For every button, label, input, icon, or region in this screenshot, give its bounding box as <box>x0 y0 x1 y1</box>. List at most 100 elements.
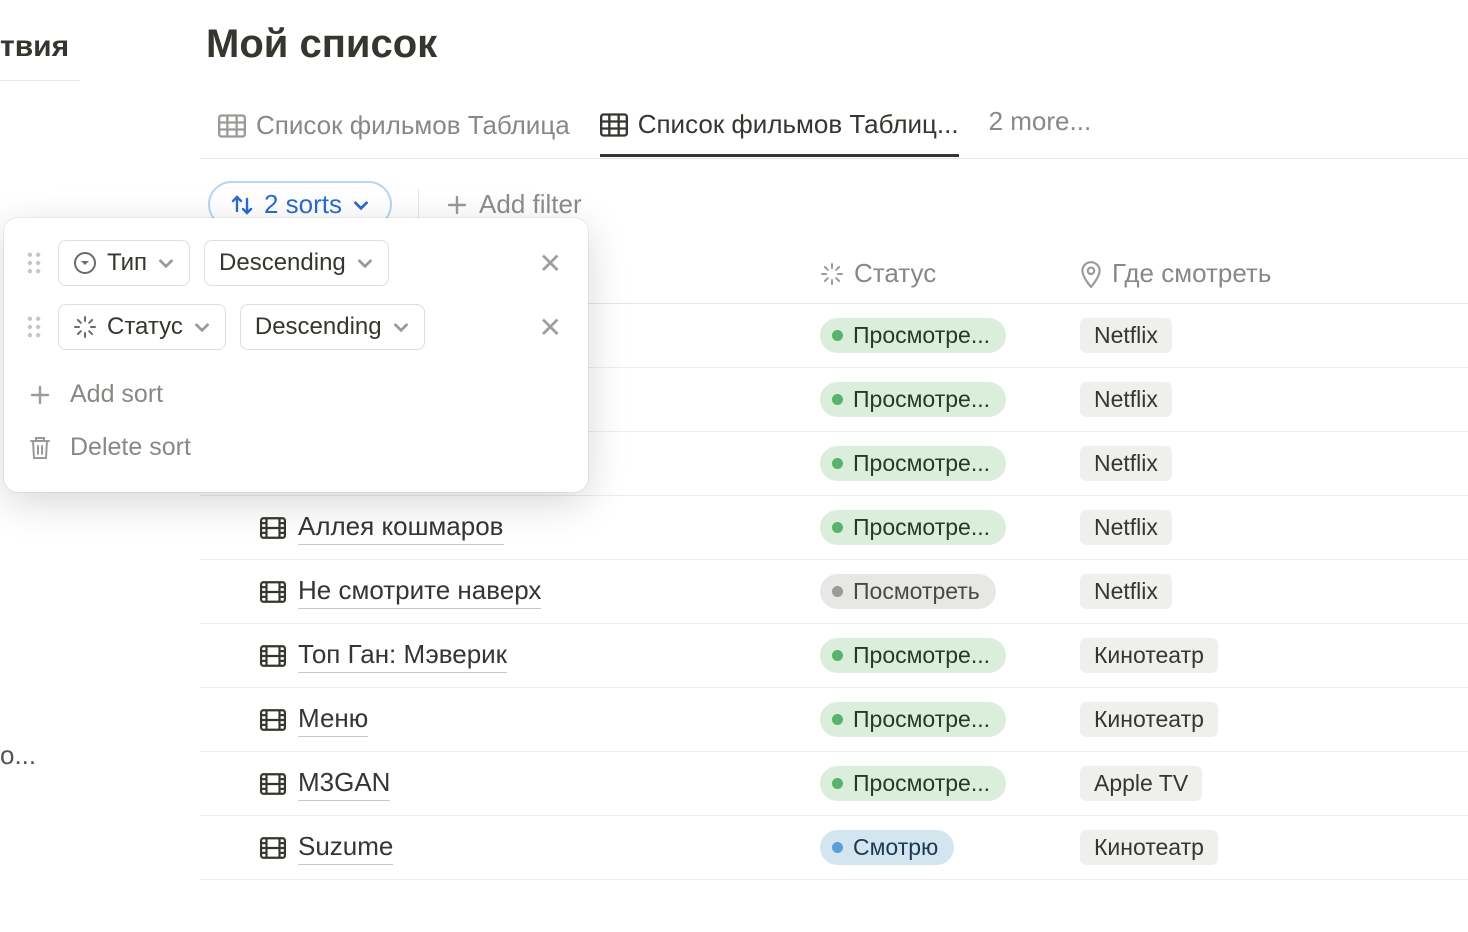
sort-icon <box>230 193 254 217</box>
status-text: Просмотре... <box>853 514 990 541</box>
view-tabs: Список фильмов Таблица Список фильмов Та… <box>200 99 1468 159</box>
cell-status[interactable]: Просмотре... <box>820 382 1080 417</box>
cell-where[interactable]: Кинотеатр <box>1080 830 1460 865</box>
sort-direction-label: Descending <box>219 249 346 277</box>
sidebar-cut-text-top: твия <box>0 30 80 64</box>
sort-field-label: Тип <box>107 249 147 277</box>
film-icon <box>260 709 286 731</box>
trash-icon <box>28 435 52 461</box>
film-icon <box>260 773 286 795</box>
where-tag: Apple TV <box>1080 766 1202 801</box>
chevron-down-icon <box>356 254 374 272</box>
where-tag: Кинотеатр <box>1080 830 1218 865</box>
status-text: Просмотре... <box>853 322 990 349</box>
add-sort-button[interactable]: Add sort <box>24 368 568 421</box>
cell-where[interactable]: Netflix <box>1080 382 1460 417</box>
drag-handle[interactable] <box>24 252 44 274</box>
cell-where[interactable]: Netflix <box>1080 510 1460 545</box>
cell-title[interactable]: Не смотрите наверх <box>200 575 820 609</box>
film-icon <box>260 581 286 603</box>
sidebar-divider <box>0 80 80 81</box>
where-tag: Netflix <box>1080 574 1172 609</box>
tab-table-view-1[interactable]: Список фильмов Таблица <box>218 102 570 155</box>
cell-status[interactable]: Просмотре... <box>820 638 1080 673</box>
cell-status[interactable]: Просмотре... <box>820 446 1080 481</box>
cell-where[interactable]: Кинотеатр <box>1080 702 1460 737</box>
row-title-text: M3GAN <box>298 767 390 801</box>
tab-label: Список фильмов Таблица <box>256 110 570 141</box>
add-filter-button[interactable]: Add filter <box>445 189 582 220</box>
delete-sort-button[interactable]: Delete sort <box>24 421 568 474</box>
sort-direction-select[interactable]: Descending <box>240 304 425 350</box>
status-icon <box>73 315 97 339</box>
row-title-text: Меню <box>298 703 368 737</box>
cell-where[interactable]: Netflix <box>1080 318 1460 353</box>
table-row: Suzume Смотрю Кинотеатр <box>200 816 1468 880</box>
column-header-where[interactable]: Где смотреть <box>1080 258 1460 289</box>
status-badge: Просмотре... <box>820 766 1006 801</box>
cell-status[interactable]: Посмотреть <box>820 574 1080 609</box>
status-text: Просмотре... <box>853 386 990 413</box>
cell-status[interactable]: Просмотре... <box>820 318 1080 353</box>
sort-popover: Тип Descending ✕ Статус Descending ✕ Add… <box>4 218 588 492</box>
remove-sort-button[interactable]: ✕ <box>533 311 568 344</box>
row-title-text: Suzume <box>298 831 393 865</box>
cell-where[interactable]: Netflix <box>1080 446 1460 481</box>
cell-where[interactable]: Кинотеатр <box>1080 638 1460 673</box>
status-badge: Просмотре... <box>820 702 1006 737</box>
table-row: Топ Ган: Мэверик Просмотре... Кинотеатр <box>200 624 1468 688</box>
status-icon <box>820 262 844 286</box>
film-icon <box>260 517 286 539</box>
sorts-label: 2 sorts <box>264 189 342 220</box>
table-row: Не смотрите наверх Посмотреть Netflix <box>200 560 1468 624</box>
delete-sort-label: Delete sort <box>70 433 191 462</box>
cell-status[interactable]: Просмотре... <box>820 766 1080 801</box>
column-header-label: Где смотреть <box>1112 258 1271 289</box>
column-header-status[interactable]: Статус <box>820 258 1080 289</box>
cell-title[interactable]: Suzume <box>200 831 820 865</box>
cell-title[interactable]: Меню <box>200 703 820 737</box>
row-title-text: Не смотрите наверх <box>298 575 541 609</box>
remove-sort-button[interactable]: ✕ <box>533 247 568 280</box>
cell-status[interactable]: Просмотре... <box>820 510 1080 545</box>
film-icon <box>260 645 286 667</box>
where-tag: Кинотеатр <box>1080 702 1218 737</box>
plus-icon <box>445 193 469 217</box>
cell-title[interactable]: Топ Ган: Мэверик <box>200 639 820 673</box>
tab-table-view-2[interactable]: Список фильмов Таблиц... <box>600 101 959 157</box>
where-tag: Netflix <box>1080 382 1172 417</box>
sidebar-cut-text-bottom: о... <box>0 740 80 771</box>
table-row: M3GAN Просмотре... Apple TV <box>200 752 1468 816</box>
cell-status[interactable]: Смотрю <box>820 830 1080 865</box>
sort-field-select[interactable]: Статус <box>58 304 226 350</box>
table-row: Меню Просмотре... Кинотеатр <box>200 688 1468 752</box>
sort-direction-select[interactable]: Descending <box>204 240 389 286</box>
status-text: Просмотре... <box>853 770 990 797</box>
status-badge: Просмотре... <box>820 382 1006 417</box>
table-row: Аллея кошмаров Просмотре... Netflix <box>200 496 1468 560</box>
film-icon <box>260 837 286 859</box>
status-text: Просмотре... <box>853 450 990 477</box>
sort-field-label: Статус <box>107 313 183 341</box>
where-tag: Netflix <box>1080 446 1172 481</box>
chevron-down-icon <box>157 254 175 272</box>
status-badge: Просмотре... <box>820 638 1006 673</box>
where-tag: Netflix <box>1080 510 1172 545</box>
status-badge: Просмотре... <box>820 510 1006 545</box>
where-tag: Netflix <box>1080 318 1172 353</box>
add-filter-label: Add filter <box>479 189 582 220</box>
sort-field-select[interactable]: Тип <box>58 240 190 286</box>
column-header-label: Статус <box>854 258 936 289</box>
cell-where[interactable]: Netflix <box>1080 574 1460 609</box>
tabs-more[interactable]: 2 more... <box>989 106 1092 151</box>
cell-status[interactable]: Просмотре... <box>820 702 1080 737</box>
cell-title[interactable]: Аллея кошмаров <box>200 511 820 545</box>
cell-title[interactable]: M3GAN <box>200 767 820 801</box>
drag-grip-icon <box>27 252 41 274</box>
where-tag: Кинотеатр <box>1080 638 1218 673</box>
status-text: Посмотреть <box>853 578 980 605</box>
status-text: Просмотре... <box>853 706 990 733</box>
drag-handle[interactable] <box>24 316 44 338</box>
chevron-down-icon <box>352 196 370 214</box>
cell-where[interactable]: Apple TV <box>1080 766 1460 801</box>
